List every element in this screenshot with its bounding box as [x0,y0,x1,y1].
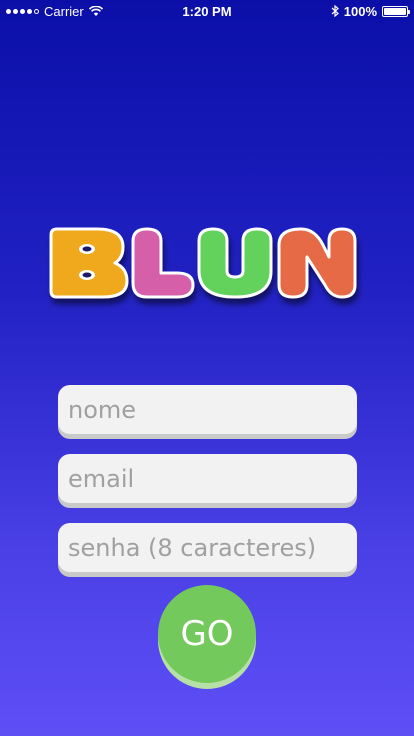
logo-letter-b [49,227,129,299]
go-button[interactable]: GO [158,585,256,683]
battery-percent: 100% [343,3,377,19]
wifi-icon [88,5,103,16]
status-bar: Carrier 1:20 PM 100% [0,0,414,22]
signal-strength-icon [6,8,39,14]
app-logo [47,225,361,305]
bluetooth-icon [331,5,339,17]
logo-letter-n [277,227,357,299]
name-input[interactable] [58,385,357,434]
logo-letter-l [131,227,195,299]
logo-svg [49,227,357,299]
carrier-label: Carrier [44,3,84,19]
password-input[interactable] [58,523,357,572]
battery-icon [382,5,410,17]
email-input[interactable] [58,454,357,503]
logo-letter-u [197,227,273,299]
status-right: 100% [331,3,410,19]
status-left: Carrier [6,4,103,19]
